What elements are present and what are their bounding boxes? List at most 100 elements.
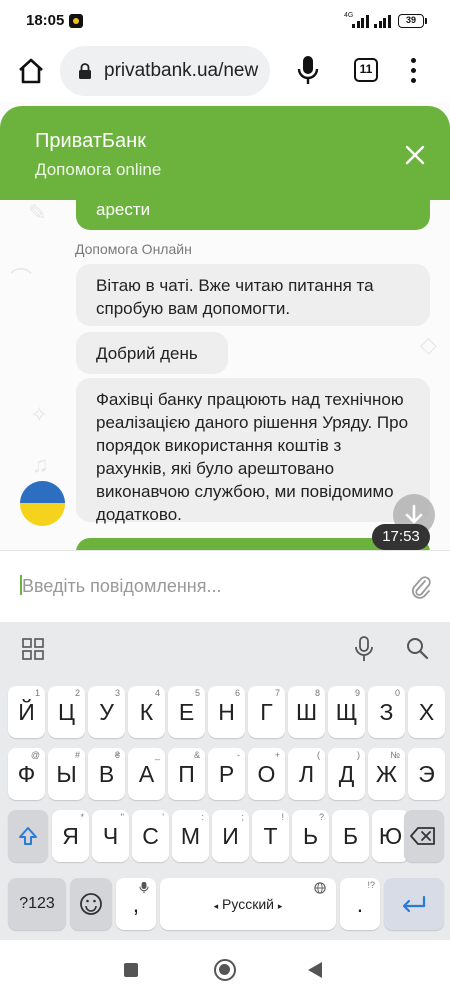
key[interactable]: ₴ В xyxy=(88,748,125,800)
enter-icon xyxy=(402,895,426,913)
key[interactable]: 2Ц xyxy=(48,686,85,738)
key[interactable]: 6Н xyxy=(208,686,245,738)
incoming-message: Добрий день xyxy=(76,332,228,374)
key-label: Д xyxy=(338,761,355,787)
key-label: ?123 xyxy=(19,895,55,912)
key-hint: 2 xyxy=(74,688,80,698)
arrow-left-icon: ◂ xyxy=(213,901,219,911)
key[interactable]: ! Т xyxy=(252,810,289,862)
message-composer xyxy=(0,550,450,622)
key-hint: 9 xyxy=(354,688,360,698)
recent-apps-button[interactable] xyxy=(124,963,138,977)
emoji-key[interactable] xyxy=(70,878,112,930)
key-label: Ш xyxy=(295,699,318,725)
key-label: Я xyxy=(62,823,79,849)
arrow-right-icon: ▸ xyxy=(277,901,283,911)
key[interactable]: * Я xyxy=(52,810,89,862)
key-label: Ч xyxy=(102,823,119,849)
emoji-icon xyxy=(80,893,102,915)
key-label: Ю xyxy=(378,823,403,849)
tab-switcher-button[interactable]: 11 xyxy=(354,58,378,82)
chat-area[interactable]: ✎ ⌒ ◇ ✧ ♫ ПриватБанк Допомога online аре… xyxy=(0,102,450,550)
url-text: privatbank.ua/new xyxy=(104,60,259,81)
key[interactable]: -Р xyxy=(208,748,245,800)
key[interactable]: Х xyxy=(408,686,445,738)
system-nav-bar xyxy=(0,940,450,1000)
browser-toolbar: privatbank.ua/new 11 xyxy=(0,40,450,102)
key-hint: ; xyxy=(241,812,244,822)
close-icon[interactable] xyxy=(404,144,426,166)
comma-key[interactable]: , xyxy=(116,878,156,930)
key-label: М xyxy=(180,823,201,849)
key-hint: 5 xyxy=(194,688,200,698)
key[interactable]: + О xyxy=(248,748,285,800)
search-icon[interactable] xyxy=(405,636,429,660)
period-key[interactable]: !? . xyxy=(340,878,380,930)
key[interactable]: Б xyxy=(332,810,369,862)
key-label: И xyxy=(222,823,239,849)
key[interactable]: ; И xyxy=(212,810,249,862)
backspace-key[interactable] xyxy=(404,810,444,862)
space-key[interactable]: ◂ Русский ▸ xyxy=(160,878,336,930)
back-button[interactable] xyxy=(308,962,322,978)
lock-icon xyxy=(79,63,91,79)
key[interactable]: _ А xyxy=(128,748,165,800)
battery-level: 39 xyxy=(405,15,416,25)
shift-key[interactable] xyxy=(8,810,48,862)
signal-icon xyxy=(352,14,369,28)
key[interactable]: :М xyxy=(172,810,209,862)
key-label: Ь xyxy=(302,823,319,849)
mic-icon[interactable] xyxy=(294,54,322,86)
key-hint: - xyxy=(237,750,240,760)
key-hint: # xyxy=(74,750,80,760)
apps-grid-icon[interactable] xyxy=(22,638,44,660)
address-bar[interactable]: privatbank.ua/new xyxy=(60,46,270,96)
key-hint: 3 xyxy=(114,688,120,698)
key[interactable]: 3У xyxy=(88,686,125,738)
key[interactable]: 5Е xyxy=(168,686,205,738)
key[interactable]: ) Д xyxy=(328,748,365,800)
key-hint: ₴ xyxy=(114,750,120,760)
key[interactable]: & П xyxy=(168,748,205,800)
key[interactable]: 0З xyxy=(368,686,405,738)
key[interactable]: 8Ш xyxy=(288,686,325,738)
message-timestamp: 17:53 xyxy=(372,524,430,550)
key-hint: 1 xyxy=(34,688,40,698)
key-label: З xyxy=(379,699,394,725)
key-label: Е xyxy=(178,699,195,725)
text-caret xyxy=(20,575,22,595)
key-label: Х xyxy=(418,699,435,725)
key[interactable]: Э xyxy=(408,748,445,800)
backspace-icon xyxy=(410,827,435,845)
key[interactable]: 7Г xyxy=(248,686,285,738)
key[interactable]: 9Щ xyxy=(328,686,365,738)
key[interactable]: № Ж xyxy=(368,748,405,800)
key[interactable]: " Ч xyxy=(92,810,129,862)
key[interactable]: (Л xyxy=(288,748,325,800)
key-hint: & xyxy=(193,750,200,760)
status-time: 18:05 xyxy=(26,12,65,29)
key[interactable]: ? Ь xyxy=(292,810,329,862)
key[interactable]: # Ы xyxy=(48,748,85,800)
key-label: Г xyxy=(260,699,273,725)
more-vert-icon[interactable] xyxy=(404,56,424,86)
key-label: С xyxy=(142,823,159,849)
key[interactable]: 1Й xyxy=(8,686,45,738)
key-label: К xyxy=(139,699,154,725)
voice-input-icon[interactable] xyxy=(354,636,374,662)
key[interactable]: @ Ф xyxy=(8,748,45,800)
tab-count: 11 xyxy=(359,62,373,76)
message-input[interactable] xyxy=(16,557,436,615)
key[interactable]: 4К xyxy=(128,686,165,738)
key-hint: № xyxy=(390,750,400,760)
paperclip-icon[interactable] xyxy=(410,573,432,601)
symbols-key[interactable]: ?123 xyxy=(8,878,66,930)
key-hint: 4 xyxy=(154,688,160,698)
key-label: , xyxy=(132,891,140,917)
enter-key[interactable] xyxy=(384,878,444,930)
home-icon[interactable] xyxy=(16,56,46,86)
avatar-flag-blue xyxy=(20,481,65,503)
key-label: Б xyxy=(342,823,359,849)
key[interactable]: ' С xyxy=(132,810,169,862)
home-button[interactable] xyxy=(214,959,236,981)
